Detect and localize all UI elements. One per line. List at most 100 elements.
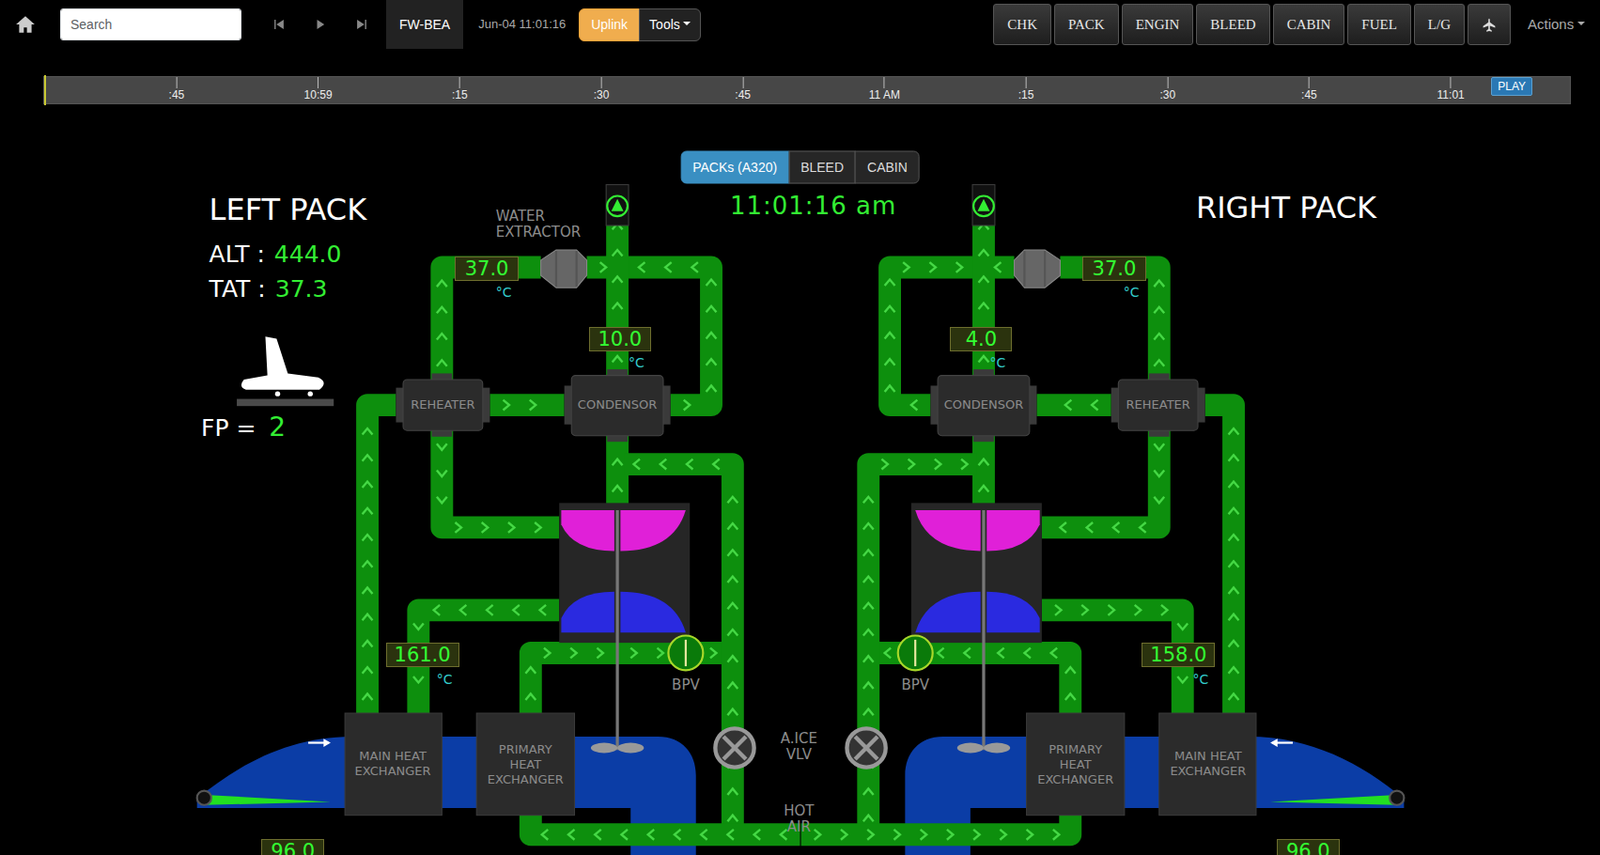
timeline-tick: :45 [1301, 77, 1318, 104]
aircraft-tab[interactable]: FW-BEA [386, 0, 464, 49]
timeline-tick: :45 [169, 77, 186, 104]
actions-menu[interactable]: Actions [1527, 14, 1585, 36]
page-button[interactable]: PACK [1054, 3, 1119, 46]
timeline-tick: :15 [451, 77, 468, 104]
timeline-label: :15 [451, 89, 468, 104]
water-extractor [541, 249, 588, 288]
primary-heat-exchanger-label: PRIMARY HEAT EXCHANGER [1026, 742, 1125, 787]
pack-group [801, 185, 1405, 855]
primary-heat-exchanger-label: PRIMARY HEAT EXCHANGER [476, 742, 575, 787]
temperature-readout: 161.0 [386, 642, 460, 668]
home-icon [15, 14, 36, 35]
ground-bar [236, 399, 334, 407]
main-heat-exchanger [1159, 713, 1257, 816]
page-button[interactable]: ENGIN [1121, 3, 1195, 46]
uplink-tools-group: UplinkTools [578, 8, 701, 42]
play-button[interactable] [299, 17, 342, 32]
timeline-tick: :15 [1018, 77, 1035, 104]
page-button[interactable]: CABIN [1273, 3, 1346, 46]
anti-ice-valve[interactable] [714, 728, 754, 767]
timeline-tick: 11 AM [869, 77, 901, 104]
anti-ice-valve-label: A.ICE VLV [769, 730, 829, 764]
timeline-label: 10:59 [304, 89, 333, 104]
timeline-label: 11 AM [869, 89, 901, 104]
anti-ice-valve[interactable] [846, 728, 886, 767]
play-timeline-button[interactable]: PLAY [1491, 77, 1533, 96]
altitude-row: ALT :444.0 [209, 240, 342, 269]
timeline-label: :15 [1018, 89, 1035, 104]
water-extractor-label: WATER EXTRACTOR [496, 208, 592, 242]
aircraft-view-button[interactable] [1467, 3, 1511, 46]
pack-title: RIGHT PACK [1196, 191, 1377, 225]
temperature-unit: °C [1193, 672, 1210, 686]
temperature-unit: °C [628, 356, 645, 370]
main-heat-exchanger-label: MAIN HEAT EXCHANGER [344, 749, 442, 779]
air-pipe [441, 266, 541, 379]
aircraft-on-ground-icon [236, 336, 334, 406]
temperature-unit: °C [1123, 285, 1140, 299]
tat-value: 37.3 [275, 275, 328, 303]
condensor [571, 375, 664, 436]
timeline-label: :45 [169, 89, 186, 104]
timeline-label: :30 [593, 89, 610, 104]
hot-air-label: HOT AIR [774, 803, 824, 837]
temperature-readout: 37.0 [454, 256, 518, 281]
timeline[interactable]: :45 10:59 :15 :30 :45 11 AM :15 :30 :45 11:01 PLAY [43, 76, 1571, 105]
timeline-cursor[interactable] [44, 75, 47, 106]
diagram-tab[interactable]: PACKs (A320) [680, 151, 790, 185]
main-heat-exchanger [344, 713, 442, 816]
bypass-valve-needle [684, 639, 687, 667]
pack-valve [972, 185, 995, 226]
primary-heat-exchanger [476, 713, 575, 816]
page-button[interactable]: BLEED [1196, 3, 1270, 46]
diagram-time: 11:01:16 am [730, 187, 897, 225]
bypass-valve-needle [914, 639, 917, 667]
diagram-tab[interactable]: BLEED [788, 151, 856, 185]
ram-inlet-door [203, 794, 331, 806]
airflow-arrow-icon [308, 738, 331, 747]
page-button[interactable]: FUEL [1347, 3, 1412, 46]
air-pipe [489, 393, 564, 417]
air-pipe [983, 632, 1071, 714]
next-button[interactable] [341, 17, 383, 32]
temperature-unit: °C [990, 356, 1007, 370]
air-cycle-machine [911, 502, 1042, 753]
tools-button[interactable]: Tools [638, 8, 701, 42]
timeline-tick: :30 [1159, 77, 1176, 104]
timeline-tick: :45 [734, 77, 751, 104]
search-field[interactable] [60, 8, 242, 41]
tat-row: TAT :37.3 [209, 275, 328, 304]
reheater-label: REHEATER [1118, 397, 1198, 413]
condensor [937, 375, 1030, 436]
home-button[interactable] [15, 14, 40, 35]
air-pipe [530, 632, 618, 714]
reheater [1118, 379, 1198, 431]
timeline-tick: :30 [593, 77, 610, 104]
bypass-valve [667, 636, 703, 671]
bypass-valve-label: BPV [900, 677, 930, 694]
skip-forward-icon [355, 17, 369, 32]
reheater [403, 379, 483, 431]
timeline-tick: 11:01 [1437, 77, 1465, 104]
page-button[interactable]: L/G [1413, 3, 1465, 46]
datetime-label: Jun-04 11:01:16 [478, 15, 566, 34]
pack-title: LEFT PACK [209, 193, 368, 227]
air-pipe [1059, 266, 1159, 379]
page-button[interactable]: CHK [993, 3, 1052, 46]
water-extractor [1014, 249, 1061, 288]
temperature-readout: 37.0 [1082, 256, 1146, 281]
diagram-tab[interactable]: CABIN [854, 151, 920, 185]
flight-phase-value: 2 [268, 411, 286, 443]
pack-diagram: LEFT PACKREHEATERCONDENSORMAIN HEAT EXCH… [0, 142, 1600, 855]
reheater-label: REHEATER [403, 397, 483, 413]
uplink-button[interactable]: Uplink [578, 8, 640, 42]
temperature-readout: 96.0 [1276, 838, 1340, 855]
bypass-valve-label: BPV [671, 677, 700, 694]
timeline-tick: 10:59 [304, 77, 333, 104]
airflow-arrow-icon [1270, 738, 1293, 747]
previous-button[interactable] [258, 17, 300, 32]
air-cycle-machine [559, 502, 690, 753]
air-pipe [441, 430, 560, 528]
airplane-icon [1481, 17, 1497, 33]
temperature-readout: 4.0 [949, 326, 1012, 352]
